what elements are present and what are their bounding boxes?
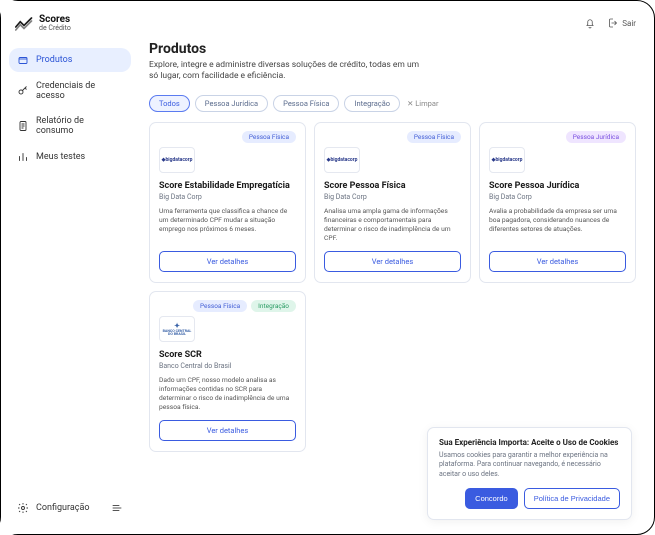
details-button[interactable]: Ver detalhes bbox=[159, 420, 296, 441]
provider-logo: ◆ bigdatacorp bbox=[324, 147, 360, 173]
box-icon bbox=[17, 54, 29, 66]
provider-logo: ✦ BANCO CENTRAL DO BRASIL bbox=[159, 316, 195, 342]
clear-filters-label: Limpar bbox=[415, 99, 438, 108]
logout-icon bbox=[606, 17, 618, 29]
sidebar-item-label: Produtos bbox=[36, 55, 72, 65]
cookie-accept-button[interactable]: Concordo bbox=[465, 488, 518, 509]
filter-chip-pj[interactable]: Pessoa Jurídica bbox=[195, 95, 268, 112]
sidebar-nav: Produtos Credenciais de acesso Relatório… bbox=[9, 48, 131, 169]
cookie-title: Sua Experiência Importa: Aceite o Uso de… bbox=[439, 438, 620, 447]
filter-chip-pf[interactable]: Pessoa Física bbox=[273, 95, 339, 112]
product-card: Pessoa Jurídica ◆ bigdatacorp Score Pess… bbox=[479, 122, 636, 283]
sidebar-footer: Configuração bbox=[9, 496, 131, 520]
provider-logo-text: bigdatacorp bbox=[165, 157, 192, 163]
product-provider: Banco Central do Brasil bbox=[159, 362, 296, 370]
product-card: Pessoa Física ◆ bigdatacorp Score Estabi… bbox=[149, 122, 306, 283]
product-title: Score SCR bbox=[159, 350, 296, 360]
product-desc: Uma ferramenta que classifica a chance d… bbox=[159, 207, 296, 243]
provider-logo: ◆ bigdatacorp bbox=[489, 147, 525, 173]
clear-filters[interactable]: ✕ Limpar bbox=[407, 99, 438, 108]
topbar: Sair bbox=[149, 13, 636, 33]
page-title: Produtos bbox=[149, 41, 636, 57]
filter-chip-todos[interactable]: Todos bbox=[149, 95, 190, 112]
filter-chip-integracao[interactable]: Integração bbox=[344, 95, 400, 112]
sidebar-item-relatorio[interactable]: Relatório de consumo bbox=[9, 110, 131, 142]
menu-collapse-icon[interactable] bbox=[111, 502, 123, 514]
document-icon bbox=[17, 120, 29, 132]
product-desc: Avalia a probabilidade da empresa ser um… bbox=[489, 207, 626, 243]
details-button[interactable]: Ver detalhes bbox=[324, 251, 461, 272]
product-grid: Pessoa Física ◆ bigdatacorp Score Estabi… bbox=[149, 122, 636, 452]
product-provider: Big Data Corp bbox=[324, 193, 461, 201]
product-title: Score Estabilidade Empregatícia bbox=[159, 181, 296, 191]
product-card: Pessoa Física Integração ✦ BANCO CENTRAL… bbox=[149, 291, 306, 452]
provider-logo-text: DO BRASIL bbox=[168, 333, 186, 337]
tag-pf: Pessoa Física bbox=[242, 131, 296, 143]
page-subtitle: Explore, integre e administre diversas s… bbox=[149, 60, 429, 83]
tag-pf: Pessoa Física bbox=[407, 131, 461, 143]
tag-pf: Pessoa Física bbox=[193, 300, 247, 312]
provider-logo: ◆ bigdatacorp bbox=[159, 147, 195, 173]
settings-label: Configuração bbox=[36, 503, 89, 513]
bell-icon[interactable] bbox=[584, 17, 596, 29]
main-content: Sair Produtos Explore, integre e adminis… bbox=[139, 1, 654, 534]
product-title: Score Pessoa Física bbox=[324, 181, 461, 191]
logo-mark-icon bbox=[15, 17, 33, 31]
sidebar-item-label: Credenciais de acesso bbox=[36, 81, 123, 101]
brand-logo: Scores de Crédito bbox=[9, 15, 131, 48]
provider-logo-text: bigdatacorp bbox=[330, 157, 357, 163]
tag-integracao: Integração bbox=[251, 300, 296, 312]
details-button[interactable]: Ver detalhes bbox=[489, 251, 626, 272]
key-icon bbox=[17, 85, 29, 97]
provider-logo-text: bigdatacorp bbox=[495, 157, 522, 163]
gear-icon bbox=[17, 502, 29, 514]
cookie-body: Usamos cookies para garantir a melhor ex… bbox=[439, 451, 620, 479]
sidebar-item-produtos[interactable]: Produtos bbox=[9, 48, 131, 72]
product-provider: Big Data Corp bbox=[489, 193, 626, 201]
product-desc: Analisa uma ampla gama de informações fi… bbox=[324, 207, 461, 243]
product-provider: Big Data Corp bbox=[159, 193, 296, 201]
product-title: Score Pessoa Jurídica bbox=[489, 181, 626, 191]
settings-link[interactable]: Configuração bbox=[17, 502, 89, 514]
tag-pj: Pessoa Jurídica bbox=[566, 131, 626, 143]
filter-bar: Todos Pessoa Jurídica Pessoa Física Inte… bbox=[149, 95, 636, 112]
product-card: Pessoa Física ◆ bigdatacorp Score Pessoa… bbox=[314, 122, 471, 283]
sidebar-item-label: Meus testes bbox=[36, 152, 85, 162]
product-desc: Dado um CPF, nosso modelo analisa as inf… bbox=[159, 376, 296, 412]
sidebar: Scores de Crédito Produtos Credenciais d… bbox=[1, 1, 139, 534]
details-button[interactable]: Ver detalhes bbox=[159, 251, 296, 272]
logout-button[interactable]: Sair bbox=[606, 17, 636, 29]
brand-subtitle: de Crédito bbox=[39, 25, 71, 32]
sidebar-item-credenciais[interactable]: Credenciais de acesso bbox=[9, 75, 131, 107]
sidebar-item-label: Relatório de consumo bbox=[36, 116, 123, 136]
cookie-policy-button[interactable]: Política de Privacidade bbox=[524, 488, 620, 509]
cookie-banner: Sua Experiência Importa: Aceite o Uso de… bbox=[427, 427, 632, 520]
logout-label: Sair bbox=[622, 19, 636, 28]
sidebar-item-testes[interactable]: Meus testes bbox=[9, 145, 131, 169]
bar-chart-icon bbox=[17, 151, 29, 163]
